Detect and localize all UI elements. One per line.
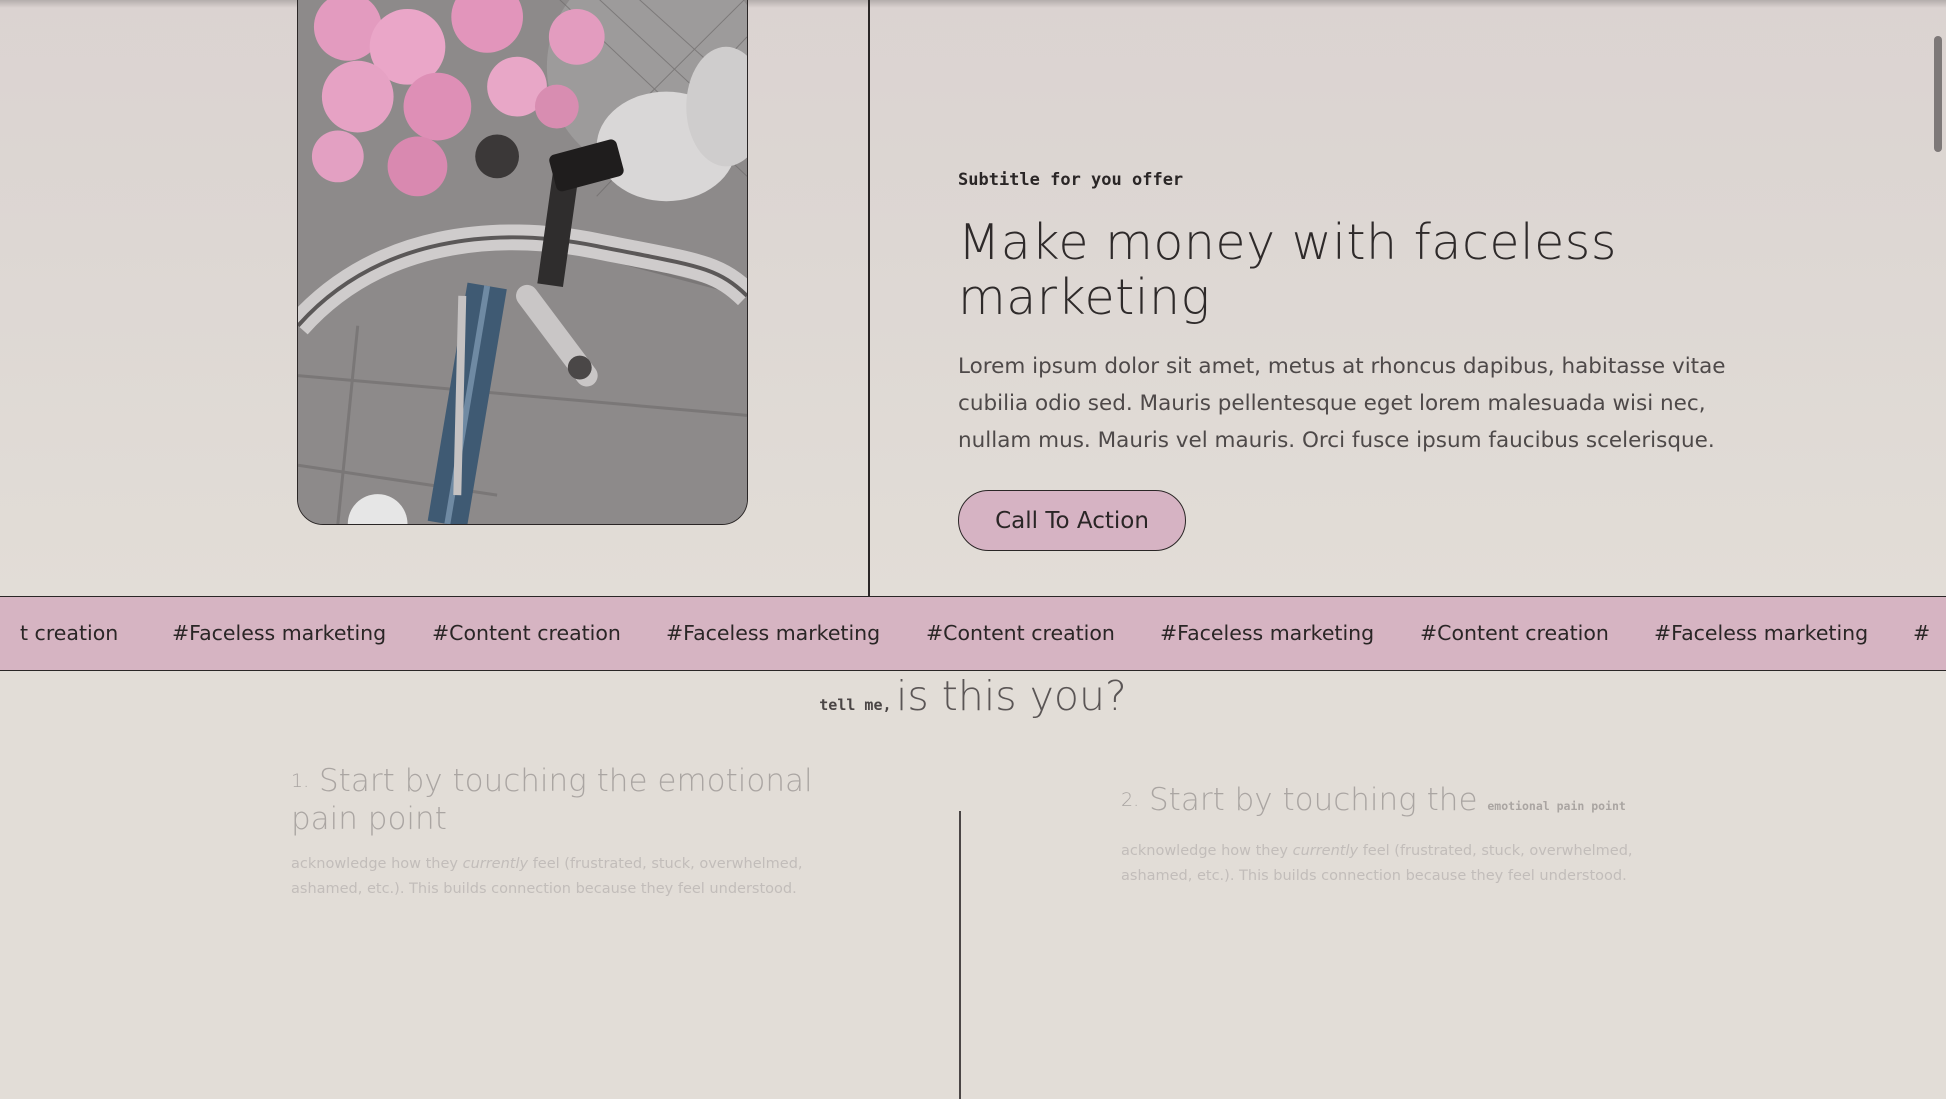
desc-emphasis: currently xyxy=(1292,843,1359,859)
desc-text: ashamed, etc.). This builds connection b… xyxy=(291,881,797,897)
hero-divider xyxy=(868,0,870,596)
bicycle-roses-image xyxy=(298,0,747,524)
question-small: tell me, xyxy=(819,696,892,714)
headline-line-1: Make money with faceless xyxy=(958,214,1617,271)
top-shadow xyxy=(0,0,1946,8)
marquee-tag: # xyxy=(1913,621,1931,645)
pain-point-item-2: 2. Start by touching the emotional pain … xyxy=(1121,781,1681,889)
marquee-tag: #Faceless marketing xyxy=(1160,621,1375,645)
item-title-text: Start by touching the xyxy=(1149,782,1478,818)
marquee-tag: #Content creation xyxy=(1420,621,1609,645)
marquee-tag: #Content creation xyxy=(432,621,621,645)
marquee-tag: #Content creation xyxy=(926,621,1115,645)
item-title: 2. Start by touching the emotional pain … xyxy=(1121,781,1681,825)
question-big: is this you? xyxy=(895,672,1127,720)
item-title-mini: emotional pain point xyxy=(1487,799,1626,813)
body-line-1: Lorem ipsum dolor sit amet, metus at rho… xyxy=(958,354,1726,379)
question-heading: tell me, is this you? xyxy=(0,672,1946,720)
desc-text: feel (frustrated, stuck, overwhelmed, xyxy=(528,856,803,872)
marquee-tag: t creation xyxy=(20,621,119,645)
column-divider xyxy=(959,811,961,1099)
tag-marquee: t creation #Faceless marketing #Content … xyxy=(0,596,1946,671)
marquee-tag: #Faceless marketing xyxy=(1654,621,1869,645)
desc-text: feel (frustrated, stuck, overwhelmed, xyxy=(1358,843,1633,859)
hero-photo xyxy=(297,0,748,525)
hero-headline: Make money with faceless marketing xyxy=(958,215,1718,325)
call-to-action-button[interactable]: Call To Action xyxy=(958,490,1186,551)
desc-text: acknowledge how they xyxy=(291,856,463,872)
scrollbar-thumb[interactable] xyxy=(1934,36,1942,152)
hero-section: Subtitle for you offer Make money with f… xyxy=(0,0,1946,596)
marquee-tag: #Faceless marketing xyxy=(172,621,387,645)
item-number: 1. xyxy=(291,770,310,792)
desc-emphasis: currently xyxy=(462,856,529,872)
hero-subtitle: Subtitle for you offer xyxy=(958,170,1184,190)
item-description: acknowledge how they currently feel (fru… xyxy=(1121,839,1681,889)
pain-point-item-1: 1. Start by touching the emotional pain … xyxy=(291,762,851,902)
hero-body: Lorem ipsum dolor sit amet, metus at rho… xyxy=(958,348,1738,459)
item-title-line-2: pain point xyxy=(291,801,447,837)
item-number: 2. xyxy=(1121,789,1140,811)
landing-page: Subtitle for you offer Make money with f… xyxy=(0,0,1946,1099)
marquee-tag: #Faceless marketing xyxy=(666,621,881,645)
item-title-line-1: Start by touching the emotional xyxy=(319,763,813,799)
headline-line-2: marketing xyxy=(958,269,1211,326)
body-line-3: nullam mus. Mauris vel mauris. Orci fusc… xyxy=(958,428,1715,453)
item-description: acknowledge how they currently feel (fru… xyxy=(291,852,851,902)
item-title: 1. Start by touching the emotional pain … xyxy=(291,762,851,838)
desc-text: acknowledge how they xyxy=(1121,843,1293,859)
body-line-2: cubilia odio sed. Mauris pellentesque eg… xyxy=(958,391,1706,416)
desc-text: ashamed, etc.). This builds connection b… xyxy=(1121,868,1627,884)
